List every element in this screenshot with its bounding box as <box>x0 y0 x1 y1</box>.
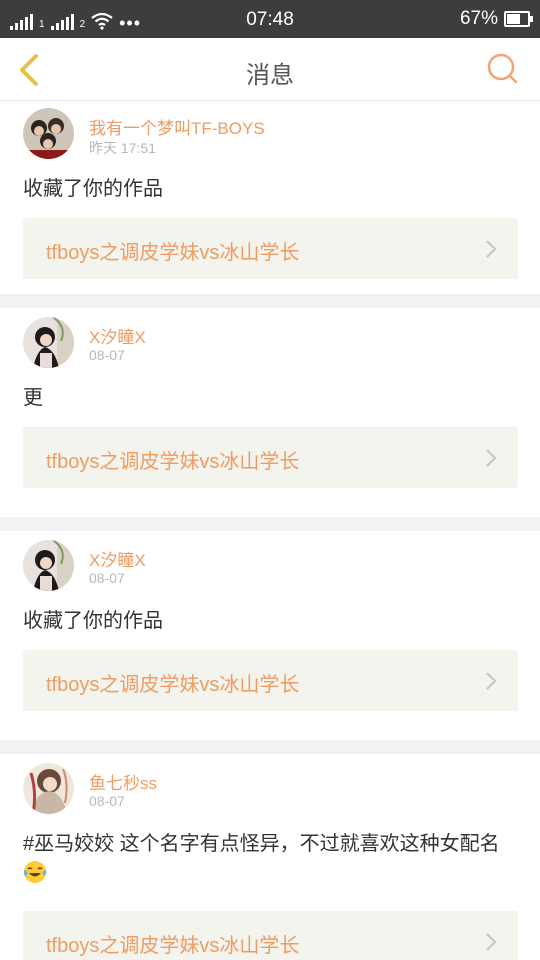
user-name[interactable]: 鱼七秒ss <box>89 769 157 794</box>
message-text: 更 <box>23 387 43 409</box>
chevron-right-icon <box>486 240 497 258</box>
message-time: 08-07 <box>89 347 125 363</box>
avatar[interactable] <box>23 108 74 159</box>
battery-percent: 67% <box>459 8 498 29</box>
work-link-label: tfboys之调皮学妹vs冰山学长 <box>46 935 300 957</box>
message-text: 收藏了你的作品 <box>23 610 163 632</box>
message-time: 08-07 <box>89 570 125 586</box>
work-link[interactable]: tfboys之调皮学妹vs冰山学长 <box>23 650 518 711</box>
search-icon[interactable] <box>486 52 520 86</box>
work-link[interactable]: tfboys之调皮学妹vs冰山学长 <box>23 911 518 960</box>
divider <box>0 517 540 531</box>
status-right: 67% <box>459 8 533 30</box>
chevron-right-icon <box>486 449 497 467</box>
work-link-label: tfboys之调皮学妹vs冰山学长 <box>46 451 300 473</box>
message-card: 鱼七秒ss 08-07 #巫马姣姣 这个名字有点怪异，不过就喜欢这种女配名 tf… <box>0 754 540 960</box>
avatar[interactable] <box>23 540 74 591</box>
work-link[interactable]: tfboys之调皮学妹vs冰山学长 <box>23 218 518 279</box>
chevron-right-icon <box>486 672 497 690</box>
divider <box>0 740 540 754</box>
message-card: X汐瞳X 08-07 收藏了你的作品 tfboys之调皮学妹vs冰山学长 <box>0 531 540 740</box>
message-card: X汐瞳X 08-07 更 tfboys之调皮学妹vs冰山学长 <box>0 308 540 517</box>
message-text-body: #巫马姣姣 这个名字有点怪异，不过就喜欢这种女配名 <box>23 833 500 855</box>
avatar[interactable] <box>23 317 74 368</box>
work-link-label: tfboys之调皮学妹vs冰山学长 <box>46 242 300 264</box>
chevron-right-icon <box>486 933 497 951</box>
message-time: 昨天 17:51 <box>89 140 156 156</box>
message-text: #巫马姣姣 这个名字有点怪异，不过就喜欢这种女配名 <box>23 831 510 885</box>
avatar[interactable] <box>23 763 74 814</box>
message-text: 收藏了你的作品 <box>23 178 163 200</box>
battery-fill <box>507 14 520 24</box>
user-name[interactable]: X汐瞳X <box>89 323 146 348</box>
work-link-label: tfboys之调皮学妹vs冰山学长 <box>46 674 300 696</box>
status-bar: 1 2 ••• 07:48 67% <box>0 0 540 38</box>
message-card: 我有一个梦叫TF-BOYS 昨天 17:51 收藏了你的作品 tfboys之调皮… <box>0 101 540 294</box>
laughing-tears-emoji-icon <box>23 860 47 883</box>
user-name[interactable]: X汐瞳X <box>89 546 146 571</box>
battery-icon <box>504 11 533 27</box>
nav-bar: 消息 <box>0 38 540 101</box>
page-title: 消息 <box>246 62 294 89</box>
divider <box>0 294 540 308</box>
message-feed: 我有一个梦叫TF-BOYS 昨天 17:51 收藏了你的作品 tfboys之调皮… <box>0 101 540 960</box>
message-time: 08-07 <box>89 793 125 809</box>
user-name[interactable]: 我有一个梦叫TF-BOYS <box>89 114 265 139</box>
work-link[interactable]: tfboys之调皮学妹vs冰山学长 <box>23 427 518 488</box>
